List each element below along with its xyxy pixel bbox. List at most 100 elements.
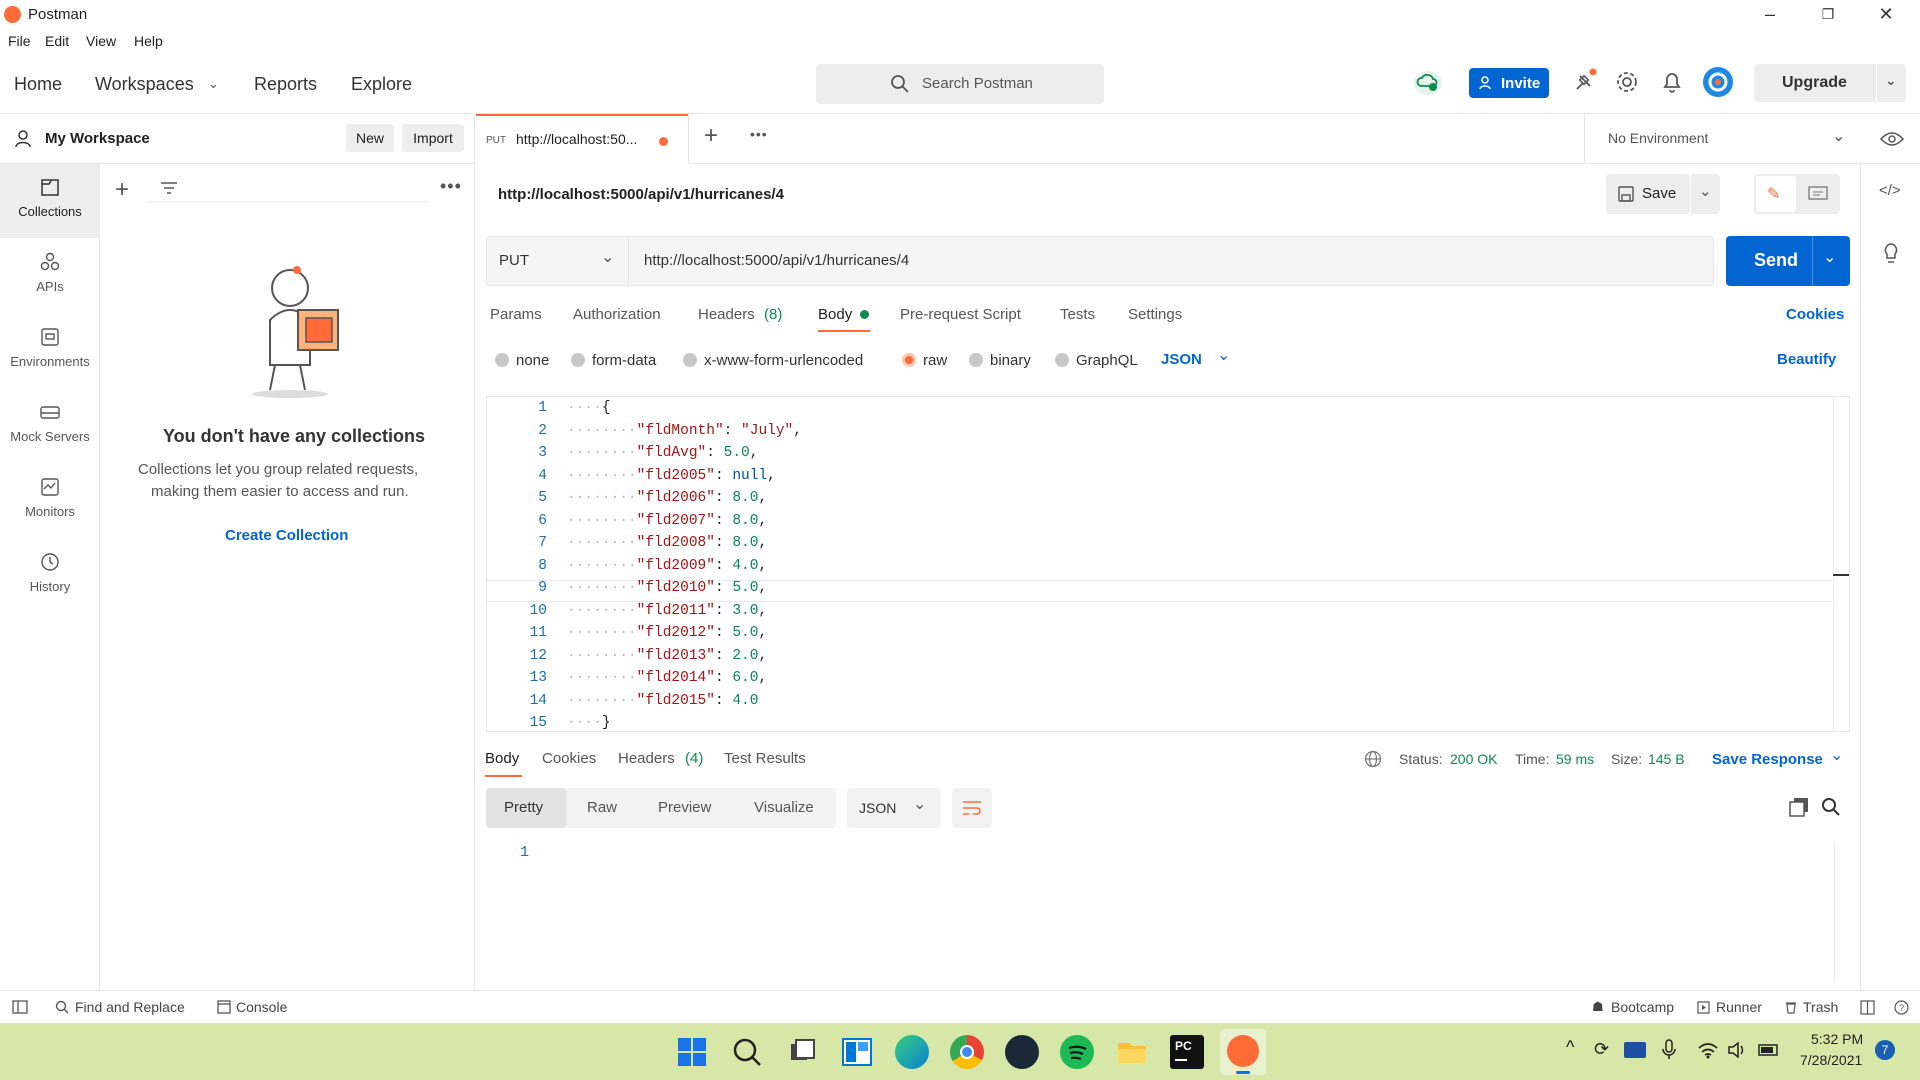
save-response-button[interactable]: Save Response (1712, 751, 1823, 768)
sidebar-item-apis[interactable]: APIs (0, 239, 100, 313)
menu-edit[interactable]: Edit (45, 33, 69, 49)
chevron-down-icon[interactable]: ⌄ (1885, 72, 1897, 89)
nav-explore[interactable]: Explore (351, 74, 412, 95)
radio-graphql[interactable] (1055, 353, 1069, 367)
save-options-button[interactable]: ⌄ (1690, 174, 1720, 214)
more-options-icon[interactable]: ••• (440, 176, 462, 197)
settings-gear-icon[interactable] (1615, 70, 1639, 94)
chevron-down-icon[interactable]: ⌄ (1832, 126, 1845, 146)
response-tab-test-results[interactable]: Test Results (724, 750, 806, 767)
radio-form-data[interactable] (571, 353, 585, 367)
tab-params[interactable]: Params (490, 306, 542, 323)
copy-icon[interactable] (1789, 797, 1809, 817)
console-button[interactable]: Console (236, 999, 287, 1015)
notification-bell-icon[interactable] (1661, 70, 1683, 94)
upgrade-button[interactable]: Upgrade ⌄ (1754, 64, 1906, 102)
method-select[interactable]: PUT ⌄ (487, 237, 629, 285)
menu-file[interactable]: File (8, 33, 31, 49)
send-button[interactable]: Send ⌄ (1726, 236, 1850, 286)
import-button[interactable]: Import (402, 124, 464, 152)
nav-home[interactable]: Home (14, 74, 62, 95)
chevron-down-icon[interactable]: ⌄ (208, 76, 219, 92)
wrap-lines-button[interactable] (952, 788, 992, 828)
invite-button[interactable]: Invite (1469, 68, 1549, 98)
help-icon[interactable]: ? (1894, 1000, 1909, 1015)
code-icon[interactable]: </> (1879, 182, 1901, 199)
eye-icon[interactable] (1880, 130, 1904, 148)
taskbar-time[interactable]: 5:32 PM (1811, 1031, 1863, 1047)
view-visualize-button[interactable]: Visualize (754, 799, 814, 816)
pycharm-icon[interactable]: PC (1170, 1035, 1204, 1069)
response-format-select[interactable]: JSON ⌄ (847, 788, 941, 828)
sidebar-item-monitors[interactable]: Monitors (0, 464, 100, 538)
nav-workspaces[interactable]: Workspaces (95, 74, 194, 95)
trash-button[interactable]: Trash (1803, 999, 1838, 1015)
battery-icon[interactable] (1758, 1041, 1780, 1059)
radio-urlencoded[interactable] (683, 353, 697, 367)
globe-icon[interactable] (1364, 750, 1382, 768)
wifi-icon[interactable] (1697, 1041, 1719, 1059)
task-view-icon[interactable] (785, 1035, 819, 1069)
view-pretty-button[interactable]: Pretty (486, 788, 566, 828)
toggle-sidebar-icon[interactable] (12, 1000, 28, 1014)
satellite-icon[interactable] (1572, 68, 1598, 94)
search-icon[interactable] (1821, 797, 1841, 817)
edit-mode-button[interactable]: ✎ (1756, 176, 1796, 212)
body-format-select[interactable]: JSON (1161, 351, 1202, 368)
response-tab-headers[interactable]: Headers (618, 750, 675, 767)
chrome-browser-icon[interactable] (950, 1035, 984, 1069)
url-input[interactable]: http://localhost:5000/api/v1/hurricanes/… (644, 252, 909, 269)
tab-settings[interactable]: Settings (1128, 306, 1182, 323)
sidebar-item-mock-servers[interactable]: Mock Servers (0, 389, 100, 463)
sidebar-item-environments[interactable]: Environments (0, 314, 100, 388)
request-name[interactable]: http://localhost:5000/api/v1/hurricanes/… (498, 186, 784, 203)
create-collection-link[interactable]: Create Collection (225, 527, 348, 544)
file-explorer-icon[interactable] (1115, 1035, 1149, 1069)
taskbar-search-icon[interactable] (730, 1035, 764, 1069)
runner-button[interactable]: Runner (1716, 999, 1762, 1015)
wd-drive-icon[interactable] (1624, 1042, 1646, 1058)
sidebar-item-history[interactable]: History (0, 539, 100, 613)
tab-body[interactable]: Body (818, 306, 852, 323)
new-button[interactable]: New (346, 124, 394, 152)
response-tab-cookies[interactable]: Cookies (542, 750, 596, 767)
taskbar-date[interactable]: 7/28/2021 (1800, 1052, 1862, 1068)
collections-search-input[interactable] (146, 174, 428, 202)
search-input[interactable]: Search Postman (816, 64, 1104, 104)
radio-none[interactable] (495, 353, 509, 367)
view-raw-button[interactable]: Raw (587, 799, 617, 816)
edge-browser-icon[interactable] (895, 1035, 929, 1069)
nav-reports[interactable]: Reports (254, 74, 317, 95)
radio-binary[interactable] (969, 353, 983, 367)
restore-icon[interactable]: ❐ (1816, 6, 1840, 28)
find-replace-button[interactable]: Find and Replace (75, 999, 185, 1015)
minimize-icon[interactable]: – (1758, 4, 1782, 26)
save-button[interactable]: Save (1606, 174, 1690, 214)
windows-start-icon[interactable] (675, 1035, 709, 1069)
tab-authorization[interactable]: Authorization (573, 306, 661, 323)
add-collection-icon[interactable]: + (115, 176, 129, 204)
chevron-down-icon[interactable]: ⌄ (1217, 345, 1230, 365)
notification-badge[interactable]: 7 (1875, 1040, 1895, 1060)
code-editor[interactable]: 1 ····{2 ········"fldMonth": "July", 3 ·····… (486, 396, 1850, 732)
close-icon[interactable]: ✕ (1874, 4, 1898, 26)
two-pane-icon[interactable] (1860, 1000, 1875, 1015)
widgets-icon[interactable] (840, 1035, 874, 1069)
request-tab[interactable]: PUT http://localhost:50... (476, 114, 688, 164)
view-mode-toggle[interactable]: ✎ (1754, 174, 1840, 214)
chevron-down-icon[interactable]: ⌄ (1823, 247, 1836, 267)
sidebar-item-collections[interactable]: Collections (0, 164, 100, 238)
lightbulb-icon[interactable] (1882, 242, 1900, 266)
cloud-sync-icon[interactable] (1412, 68, 1444, 98)
more-tabs-icon[interactable]: ••• (750, 126, 768, 142)
new-tab-icon[interactable]: + (704, 122, 718, 150)
microphone-icon[interactable] (1662, 1039, 1676, 1061)
comment-icon[interactable] (1808, 186, 1828, 202)
response-tab-body[interactable]: Body (485, 750, 519, 767)
cookies-link[interactable]: Cookies (1786, 306, 1844, 323)
beautify-button[interactable]: Beautify (1777, 351, 1836, 368)
menu-view[interactable]: View (86, 33, 116, 49)
chevron-down-icon[interactable]: ⌄ (1830, 745, 1843, 765)
tab-pre-request-script[interactable]: Pre-request Script (900, 306, 1021, 323)
sync-icon[interactable]: ⟳ (1594, 1039, 1609, 1060)
